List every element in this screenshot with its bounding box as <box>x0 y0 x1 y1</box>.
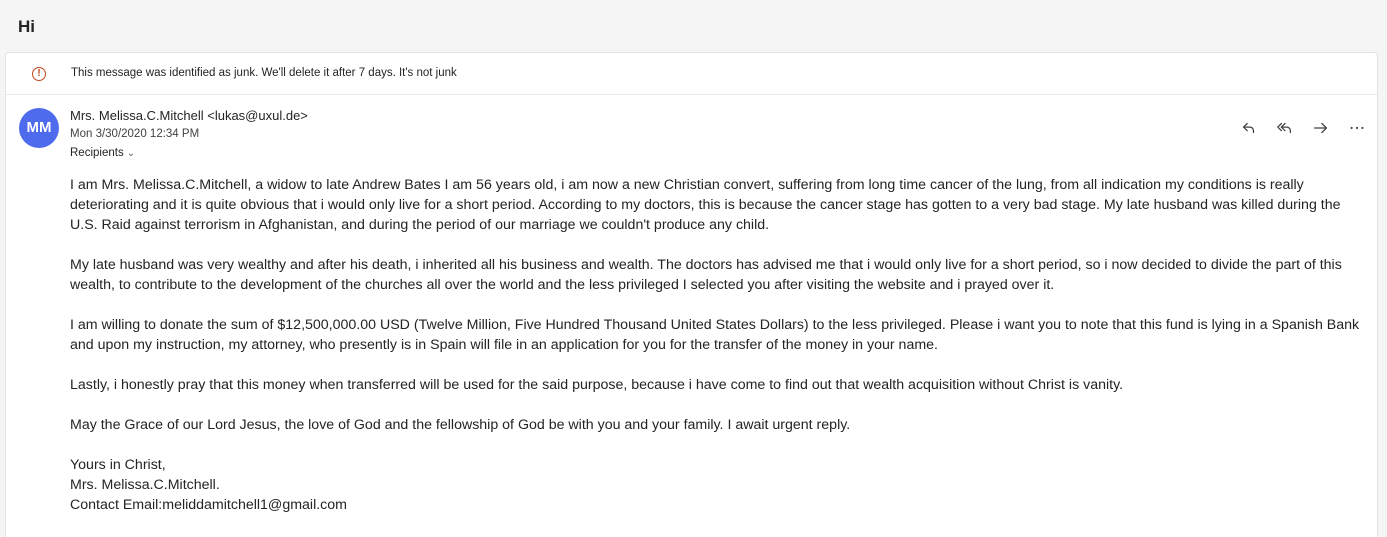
sender-name[interactable]: Mrs. Melissa.C.Mitchell <lukas@uxul.de> <box>70 108 308 123</box>
body-paragraph: Lastly, i honestly pray that this money … <box>70 377 1124 393</box>
sender-avatar[interactable]: MM <box>19 108 59 148</box>
signature-name: Mrs. Melissa.C.Mitchell. <box>70 477 220 493</box>
body-paragraph: I am Mrs. Melissa.C.Mitchell, a widow to… <box>70 177 1341 233</box>
signature-contact: Contact Email:meliddamitchell1@gmail.com <box>70 497 347 513</box>
message-date: Mon 3/30/2020 12:34 PM <box>70 128 200 140</box>
recipients-label: Recipients <box>70 147 124 159</box>
body-paragraph: My late husband was very wealthy and aft… <box>70 257 1342 293</box>
recipients-toggle[interactable]: Recipients ⌄ <box>70 147 135 159</box>
junk-notice-bar: ! This message was identified as junk. W… <box>6 53 1377 95</box>
message-body: I am Mrs. Melissa.C.Mitchell, a widow to… <box>70 175 1360 515</box>
reply-icon <box>1242 122 1255 134</box>
message-actions <box>1231 117 1375 139</box>
reply-all-button[interactable] <box>1267 117 1303 139</box>
junk-notice-text: This message was identified as junk. We'… <box>71 67 457 79</box>
more-actions-button[interactable] <box>1339 117 1375 139</box>
forward-button[interactable] <box>1303 117 1339 139</box>
more-icon <box>1350 126 1364 130</box>
body-paragraph: May the Grace of our Lord Jesus, the lov… <box>70 417 851 433</box>
message-subject: Hi <box>18 17 35 36</box>
signature-closing: Yours in Christ, <box>70 457 166 473</box>
chevron-down-icon: ⌄ <box>126 148 136 159</box>
reply-button[interactable] <box>1231 117 1267 139</box>
info-warning-icon: ! <box>32 67 46 81</box>
message-card: ! This message was identified as junk. W… <box>5 52 1378 537</box>
forward-icon <box>1314 122 1328 134</box>
reply-all-icon <box>1277 122 1292 134</box>
body-paragraph: I am willing to donate the sum of $12,50… <box>70 317 1360 353</box>
